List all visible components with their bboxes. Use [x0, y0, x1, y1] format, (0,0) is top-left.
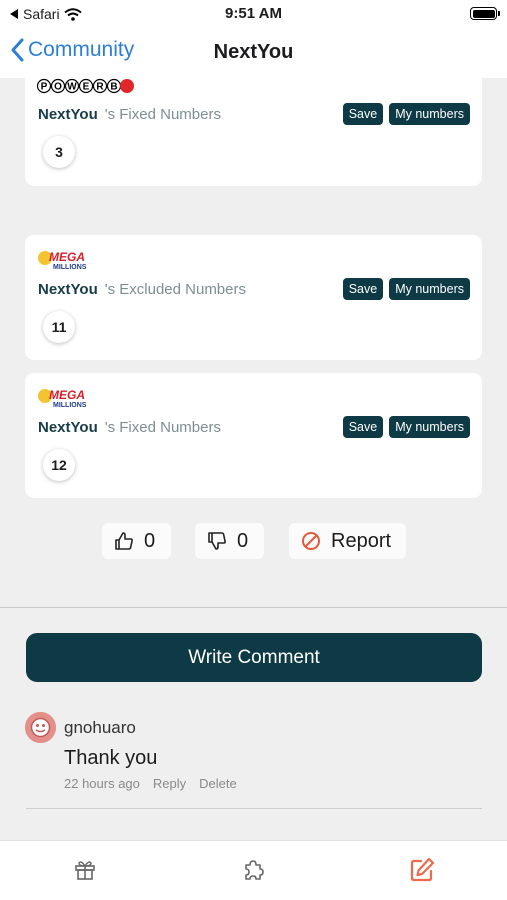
powerball-logo: P O W E R B [36, 78, 135, 99]
prohibited-icon [302, 532, 320, 550]
dislike-count: 0 [237, 529, 249, 552]
numbers-card: MEGA MILLIONS NextYou 's Excluded Number… [25, 235, 482, 360]
svg-text:E: E [83, 82, 90, 93]
gift-icon [75, 861, 95, 880]
comment-text: Thank you [64, 747, 158, 769]
status-bar: Safari 9:51 AM [0, 0, 507, 28]
tab-puzzle[interactable] [238, 855, 268, 885]
save-button[interactable]: Save [342, 278, 384, 300]
post-content: P O W E R B NextYou 's Fixed Numbers Sav… [0, 78, 507, 840]
svg-text:MEGA: MEGA [49, 388, 85, 402]
nav-bar: Community NextYou [0, 28, 507, 78]
mega-millions-logo: MEGA MILLIONS [37, 247, 89, 278]
card-kind: 's Fixed Numbers [104, 105, 221, 123]
card-actions: Save My numbers [342, 103, 470, 125]
thumbs-up-icon [115, 532, 133, 550]
comment-username[interactable]: gnohuaro [64, 718, 136, 738]
battery-icon [470, 7, 500, 20]
svg-text:W: W [67, 82, 77, 93]
like-button[interactable]: 0 [102, 523, 171, 559]
reply-button[interactable]: Reply [153, 776, 186, 791]
report-label: Report [331, 529, 392, 552]
card-username[interactable]: NextYou [38, 106, 98, 123]
svg-text:MILLIONS: MILLIONS [53, 264, 87, 271]
mega-millions-logo: MEGA MILLIONS [37, 385, 89, 416]
card-header: NextYou 's Fixed Numbers Save My numbers [38, 101, 470, 127]
number-ball: 11 [43, 311, 75, 343]
comment-time: 22 hours ago [64, 776, 140, 791]
card-actions: Save My numbers [342, 416, 470, 438]
reaction-bar: 0 0 Report [0, 523, 507, 559]
delete-button[interactable]: Delete [199, 776, 237, 791]
thumbs-down-icon [208, 532, 226, 550]
card-header: NextYou 's Excluded Numbers Save My numb… [38, 276, 470, 302]
svg-text:MILLIONS: MILLIONS [53, 402, 87, 409]
dislike-button[interactable]: 0 [195, 523, 264, 559]
tab-bar [0, 840, 507, 900]
card-header: NextYou 's Fixed Numbers Save My numbers [38, 414, 470, 440]
svg-text:P: P [41, 82, 48, 93]
comment-divider [26, 808, 482, 809]
comment-meta: 22 hours ago Reply Delete [64, 776, 237, 791]
avatar-icon [25, 712, 56, 743]
my-numbers-button[interactable]: My numbers [389, 278, 470, 300]
svg-text:R: R [96, 82, 104, 93]
my-numbers-button[interactable]: My numbers [389, 416, 470, 438]
number-ball: 12 [43, 449, 75, 481]
svg-text:B: B [110, 82, 117, 93]
numbers-card: MEGA MILLIONS NextYou 's Fixed Numbers S… [25, 373, 482, 498]
card-username[interactable]: NextYou [38, 281, 98, 298]
numbers-card: P O W E R B NextYou 's Fixed Numbers Sav… [25, 78, 482, 186]
tab-write[interactable] [407, 855, 437, 885]
edit-icon [410, 857, 435, 882]
avatar[interactable] [25, 712, 56, 743]
svg-text:O: O [54, 82, 62, 93]
card-kind: 's Fixed Numbers [104, 418, 221, 436]
section-divider [0, 607, 507, 608]
tab-gift[interactable] [70, 855, 100, 885]
my-numbers-button[interactable]: My numbers [389, 103, 470, 125]
write-comment-button[interactable]: Write Comment [26, 633, 482, 682]
card-actions: Save My numbers [342, 278, 470, 300]
save-button[interactable]: Save [342, 103, 384, 125]
like-count: 0 [144, 529, 156, 552]
number-ball: 3 [43, 136, 75, 168]
puzzle-icon [245, 860, 264, 880]
svg-text:MEGA: MEGA [49, 250, 85, 264]
save-button[interactable]: Save [342, 416, 384, 438]
card-kind: 's Excluded Numbers [104, 280, 246, 298]
page-title: NextYou [213, 41, 294, 63]
card-username[interactable]: NextYou [38, 419, 98, 436]
report-button[interactable]: Report [289, 523, 406, 559]
status-time: 9:51 AM [225, 5, 282, 22]
